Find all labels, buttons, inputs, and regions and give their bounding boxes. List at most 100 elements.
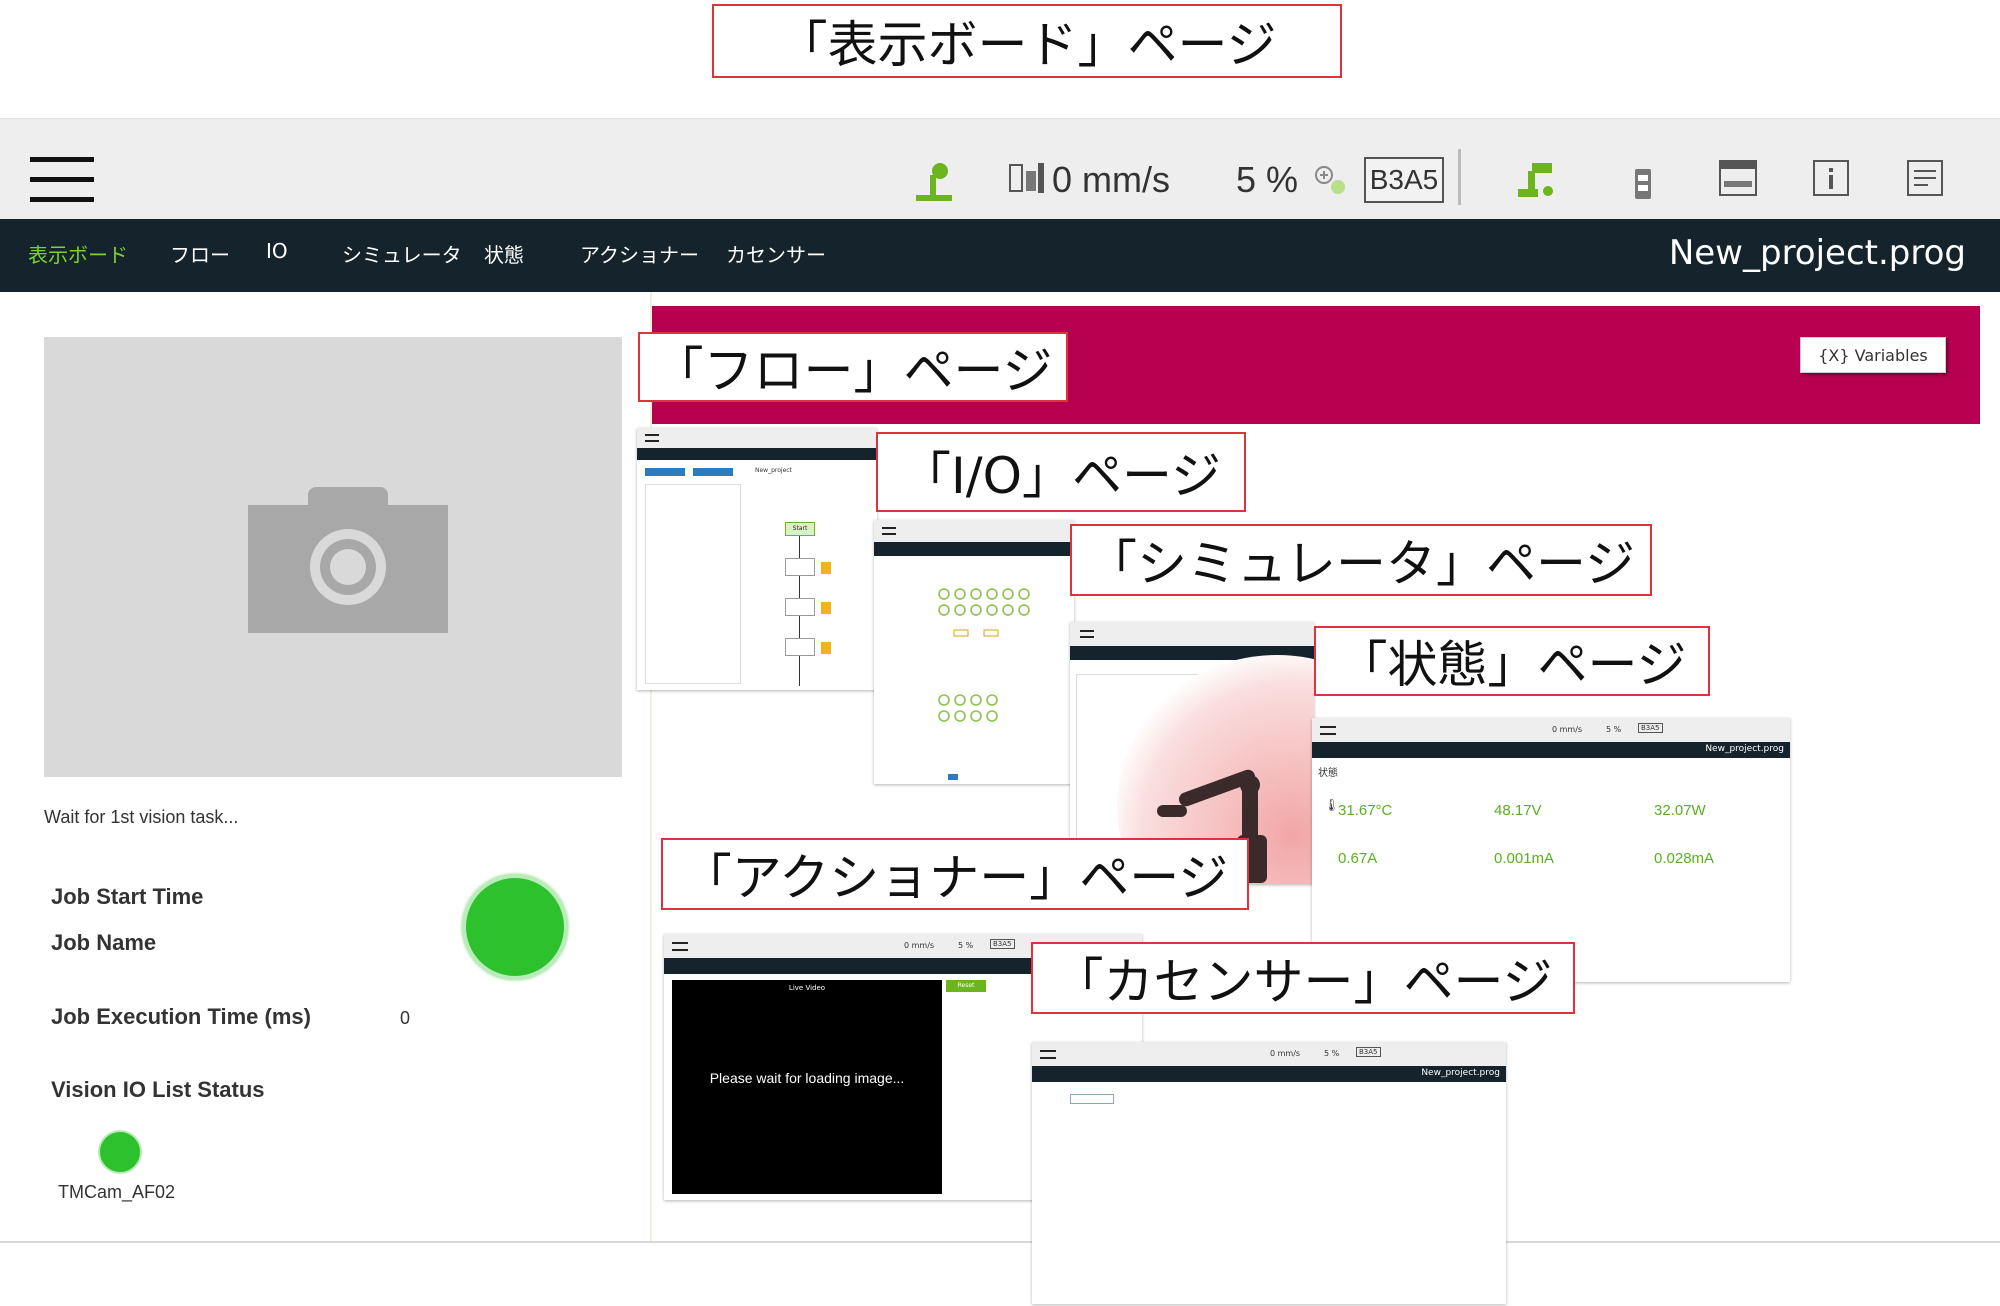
variables-button[interactable]: {X} Variables: [1800, 337, 1946, 373]
camera-preview: [44, 337, 622, 777]
nav-tab-dashboard[interactable]: 表示ボード: [28, 239, 128, 268]
keyboard-window-icon[interactable]: [1718, 159, 1758, 197]
callout-flow-page: 「フロー」ページ: [638, 332, 1068, 402]
nav-tab-io[interactable]: IO: [266, 239, 288, 263]
status-thumb-title: 状態: [1318, 768, 1338, 779]
sim-thumb-topbar: [1070, 622, 1314, 646]
sim-thumb-menu-icon: [1080, 630, 1094, 638]
status-thumb-icon-1: 🌡: [1324, 798, 1340, 812]
nav-tab-flow[interactable]: フロー: [170, 239, 230, 268]
job-status-indicator: [462, 874, 568, 980]
speed-readout: 0 mm/s: [1052, 159, 1171, 200]
callout-io-page: 「I/O」ページ: [876, 432, 1246, 512]
flow-thumb-menu-icon: [645, 434, 659, 442]
status-thumb-percent: 5 %: [1606, 725, 1622, 734]
force-thumb-topbar: 0 mm/s 5 % B3A5: [1032, 1042, 1506, 1066]
speed-adjust-icon[interactable]: [1312, 163, 1348, 197]
flow-thumb-flag-2: [821, 602, 831, 614]
stat-robot-current: 0.67A: [1338, 850, 1378, 867]
io-thumb-menu-icon: [882, 527, 896, 535]
flow-thumb-topbar: [637, 428, 877, 448]
loading-message: Please wait for loading image...: [709, 1070, 905, 1086]
force-thumb-project: New_project.prog: [1421, 1068, 1500, 1078]
flow-thumb-btn-1: [645, 468, 685, 476]
callout-dashboard-text: 「表示ボード」ページ: [777, 16, 1277, 74]
job-name-label: Job Name: [51, 930, 157, 955]
flow-thumb-flag-1: [821, 562, 831, 574]
flow-page-thumbnail: New_project Start: [637, 428, 877, 690]
force-thumb-percent: 5 %: [1324, 1049, 1340, 1058]
callout-simulator-page: 「シミュレータ」ページ: [1070, 524, 1652, 596]
app-bottom-border: [0, 1241, 2000, 1243]
io-page-thumbnail: [874, 520, 1074, 784]
robot-arm-icon[interactable]: [912, 161, 956, 203]
force-thumb-speed: 0 mm/s: [1270, 1049, 1301, 1058]
force-thumb-code: B3A5: [1356, 1047, 1381, 1057]
callout-io-text: 「I/O」ページ: [901, 447, 1221, 505]
io-thumb-topbar: [874, 520, 1074, 542]
nav-tab-status[interactable]: 状態: [484, 239, 524, 268]
stat-controlbox-current: 0.001mA: [1494, 850, 1555, 867]
job-exec-time-value: 0: [400, 1008, 411, 1028]
callout-force-sensor-page: 「カセンサー」ページ: [1031, 942, 1575, 1014]
mode-code-box: B3A5: [1364, 157, 1444, 203]
callout-flow-text: 「フロー」ページ: [653, 342, 1053, 400]
mode-code: B3A5: [1369, 164, 1439, 195]
stat-robot-voltage: 48.17V: [1494, 802, 1542, 819]
actioner-reset-button[interactable]: Reset: [946, 980, 986, 992]
flow-thumb-node-2: [785, 598, 815, 616]
nav-tab-actioner[interactable]: アクショナー: [580, 239, 699, 268]
actioner-thumb-code: B3A5: [990, 939, 1015, 949]
callout-status-page: 「状態」ページ: [1314, 626, 1710, 696]
status-thumb-project: New_project.prog: [1705, 744, 1784, 754]
flow-thumb-btn-2: [693, 468, 733, 476]
flow-thumb-start-label: Start: [792, 525, 808, 532]
force-thumb-dropdown: [1070, 1094, 1114, 1104]
callout-actioner-page: 「アクショナー」ページ: [661, 838, 1249, 910]
nav-tab-force-sensor[interactable]: カセンサー: [726, 239, 826, 268]
nav-tab-simulator[interactable]: シミュレータ: [342, 239, 462, 268]
camera-name: TMCam_AF02: [58, 1182, 176, 1202]
flow-thumb-project-tab: New_project: [755, 467, 792, 474]
robot-status-icon[interactable]: [1514, 157, 1558, 201]
actioner-thumb-menu-icon: [672, 942, 688, 951]
dashboard-panel: Wait for 1st vision task... Job Start Ti…: [0, 292, 650, 1242]
callout-force-sensor-text: 「カセンサー」ページ: [1053, 953, 1553, 1011]
status-thumb-nav: New_project.prog: [1312, 742, 1790, 758]
flow-thumb-left-pane: [645, 484, 741, 684]
speed-robot-icon: [1009, 163, 1044, 193]
hamburger-menu-icon[interactable]: [30, 157, 94, 203]
force-sensor-page-thumbnail: 0 mm/s 5 % B3A5 New_project.prog: [1032, 1042, 1506, 1304]
callout-status-text: 「状態」ページ: [1337, 636, 1687, 694]
callout-dashboard-page: 「表示ボード」ページ: [712, 4, 1342, 78]
io-thumb-indicators: [938, 588, 1030, 780]
live-video-title: Live Video: [788, 984, 826, 992]
actioner-thumb-speed: 0 mm/s: [904, 941, 935, 950]
camera-icon: [248, 487, 448, 633]
status-thumb-code: B3A5: [1638, 723, 1663, 733]
job-exec-time-label: Job Execution Time (ms): [51, 1004, 311, 1029]
stat-robot-power: 32.07W: [1654, 802, 1706, 819]
topbar-divider: [1458, 149, 1461, 205]
flow-thumb-nav: [637, 448, 877, 460]
stat-controller-temp: 31.67°C: [1338, 802, 1393, 819]
teach-pendant-icon[interactable]: [1632, 167, 1654, 201]
status-thumb-speed: 0 mm/s: [1552, 725, 1583, 734]
main-nav-bar: 表示ボード フロー IO シミュレータ 状態 アクショナー カセンサー New_…: [0, 219, 2000, 292]
live-video-pane: Live Video Please wait for loading image…: [672, 980, 942, 1194]
actioner-thumb-percent: 5 %: [958, 941, 974, 950]
log-document-icon[interactable]: [1906, 159, 1944, 197]
io-thumb-nav: [874, 542, 1074, 556]
force-thumb-menu-icon: [1040, 1050, 1056, 1059]
vision-io-status-label: Vision IO List Status: [51, 1077, 265, 1102]
info-icon[interactable]: [1812, 159, 1850, 197]
project-name: New_project.prog: [1668, 233, 1966, 273]
callout-actioner-text: 「アクショナー」ページ: [681, 849, 1229, 907]
job-start-time-label: Job Start Time: [51, 884, 204, 909]
camera-status-indicator: [98, 1130, 142, 1174]
flow-thumb-flag-3: [821, 642, 831, 654]
actioner-reset-label: Reset: [957, 982, 975, 989]
stat-tool-current: 0.028mA: [1654, 850, 1715, 867]
variables-button-label: {X} Variables: [1818, 345, 1928, 365]
flow-thumb-start-node: Start: [785, 522, 815, 536]
